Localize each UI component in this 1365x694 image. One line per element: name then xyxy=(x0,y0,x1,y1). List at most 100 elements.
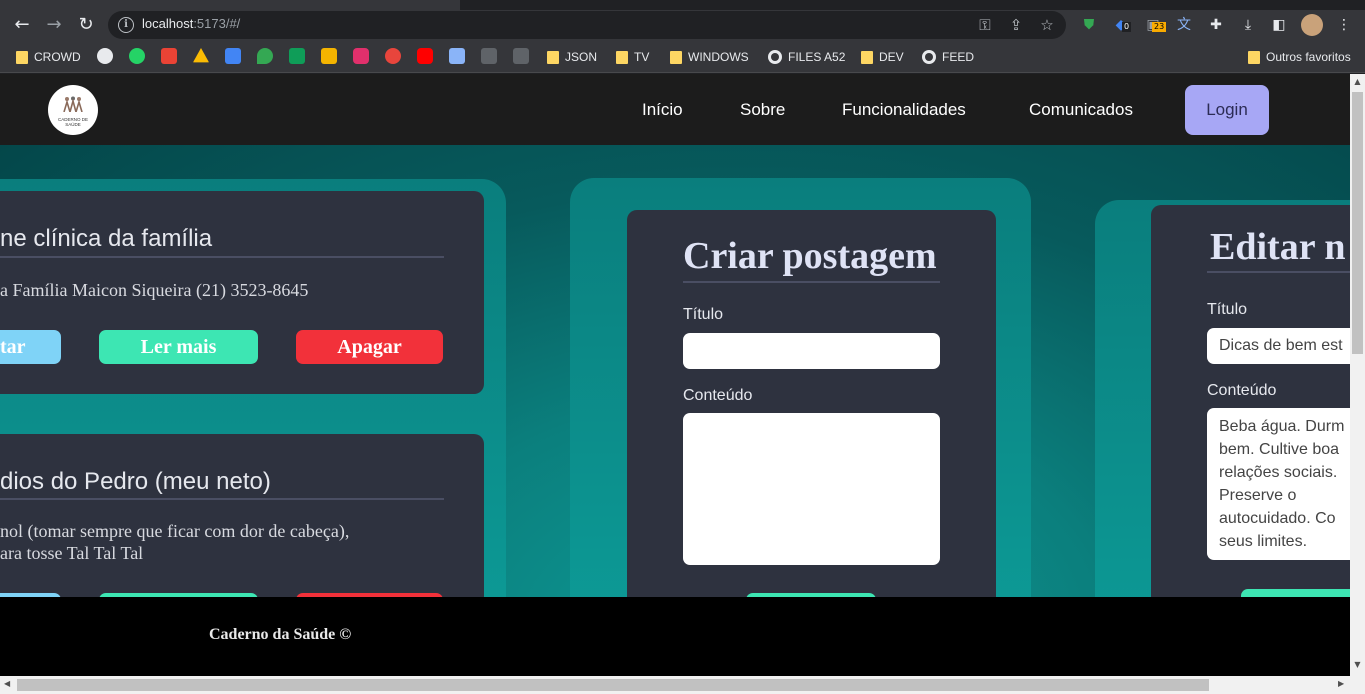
key-icon[interactable]: ⚿ xyxy=(975,15,995,35)
horizontal-scrollbar[interactable]: ◀ ▶ xyxy=(0,676,1365,694)
colorful-app-icon[interactable] xyxy=(321,48,337,64)
reload-icon[interactable]: ↻ xyxy=(75,14,97,36)
scroll-down-arrow-icon[interactable]: ▼ xyxy=(1353,660,1362,669)
puzzle-icon[interactable]: ✚ xyxy=(1205,14,1227,36)
title-divider xyxy=(1207,271,1350,273)
extension-badge-icon[interactable]: ◆ 0 xyxy=(1110,14,1132,36)
translate-icon[interactable]: 文 xyxy=(1173,14,1195,36)
title-label: Título xyxy=(683,306,724,323)
share-icon[interactable]: ⇪ xyxy=(1006,15,1026,35)
scroll-left-arrow-icon[interactable]: ◀ xyxy=(4,679,10,688)
content-textarea[interactable] xyxy=(683,413,940,565)
vertical-scroll-thumb[interactable] xyxy=(1352,92,1363,354)
shield-extension-icon[interactable]: ⛊ xyxy=(1078,14,1100,36)
url-text[interactable]: localhost:5173/#/ xyxy=(142,16,240,31)
extension-badge-count-2: 23 xyxy=(1152,22,1167,32)
star-icon[interactable]: ☆ xyxy=(1037,15,1057,35)
maps-icon[interactable] xyxy=(257,48,273,64)
terminal-icon[interactable] xyxy=(481,48,497,64)
bookmark-label: Outros favoritos xyxy=(1266,50,1351,64)
create-post-title: Criar postagem xyxy=(683,235,937,277)
folder-icon xyxy=(670,50,682,64)
download-icon[interactable]: ⤓ xyxy=(1237,14,1259,36)
logo-text: CADERNO DE SAÚDE xyxy=(57,117,88,127)
bookmark-windows[interactable]: WINDOWS xyxy=(670,48,749,66)
post-body-line: ara tosse Tal Tal Tal xyxy=(0,543,144,563)
back-arrow-icon[interactable]: ← xyxy=(11,14,33,36)
page-viewport: CADERNO DE SAÚDE Início Sobre Funcionali… xyxy=(0,74,1350,676)
menu-icon[interactable]: ⋮ xyxy=(1333,14,1355,36)
edit-title-label: Título xyxy=(1207,301,1248,318)
instagram-icon[interactable] xyxy=(353,48,369,64)
bookmark-label: TV xyxy=(634,50,650,64)
tab-strip xyxy=(0,0,1365,10)
gmail-icon[interactable] xyxy=(161,48,177,64)
post-title: dios do Pedro (meu neto) xyxy=(0,468,271,495)
post-card: dios do Pedro (meu neto) nol (tomar semp… xyxy=(0,434,484,597)
edit-submit-button[interactable] xyxy=(1241,589,1350,597)
title-divider xyxy=(683,281,940,283)
url-path: :5173/#/ xyxy=(193,16,241,31)
post-body: a Família Maicon Siqueira (21) 3523-8645 xyxy=(0,280,309,300)
terminal-icon-2[interactable] xyxy=(513,48,529,64)
active-tab[interactable] xyxy=(0,0,460,10)
edit-content-textarea[interactable]: Beba água. Durm bem. Cultive boa relaçõe… xyxy=(1207,408,1350,560)
window-app-icon[interactable] xyxy=(449,48,465,64)
vertical-scrollbar[interactable]: ▲ ▼ xyxy=(1350,74,1365,676)
nav-link-comunicados[interactable]: Comunicados xyxy=(1029,100,1133,120)
post-title: ne clínica da família xyxy=(0,225,213,252)
nav-link-inicio[interactable]: Início xyxy=(642,100,683,120)
bookmark-label: DEV xyxy=(879,50,904,64)
drive-icon[interactable] xyxy=(193,48,209,63)
horizontal-scroll-thumb[interactable] xyxy=(17,679,1209,691)
delete-post-button[interactable]: Apagar xyxy=(296,330,443,364)
title-input[interactable] xyxy=(683,333,940,369)
globe-icon xyxy=(768,50,782,64)
folder-icon xyxy=(1248,50,1260,64)
side-panel-icon[interactable]: ◧ xyxy=(1268,14,1290,36)
edit-post-title: Editar n xyxy=(1210,226,1346,268)
address-bar[interactable]: i localhost:5173/#/ ⚿ ⇪ ☆ xyxy=(108,11,1066,39)
scroll-right-arrow-icon[interactable]: ▶ xyxy=(1338,679,1344,688)
site-footer: Caderno da Saúde © xyxy=(0,597,1350,676)
edit-post-button[interactable]: tar xyxy=(0,330,61,364)
extension-window-icon[interactable]: ▣23 xyxy=(1142,14,1167,36)
bookmark-files[interactable]: FILES A52 xyxy=(768,48,845,66)
edit-content-label: Conteúdo xyxy=(1207,382,1277,399)
edit-title-input[interactable]: Dicas de bem est xyxy=(1207,328,1350,364)
scissors-icon[interactable] xyxy=(385,48,401,64)
bookmark-dev[interactable]: DEV xyxy=(861,48,904,66)
bookmark-tv[interactable]: TV xyxy=(616,48,649,66)
folder-icon xyxy=(861,50,873,64)
folder-icon xyxy=(16,50,28,64)
other-bookmarks[interactable]: Outros favoritos xyxy=(1248,48,1351,66)
login-button[interactable]: Login xyxy=(1185,85,1269,135)
whatsapp-icon[interactable] xyxy=(129,48,145,64)
scroll-up-arrow-icon[interactable]: ▲ xyxy=(1353,77,1362,86)
youtube-icon[interactable] xyxy=(417,48,433,64)
read-more-button[interactable]: Ler mais xyxy=(99,330,258,364)
folder-icon xyxy=(616,50,628,64)
bookmark-label: JSON xyxy=(565,50,598,64)
sheets-icon[interactable] xyxy=(289,48,305,64)
translate-bookmark-icon[interactable] xyxy=(225,48,241,64)
create-post-card: Criar postagem Título Conteúdo xyxy=(627,210,996,597)
post-body-line: nol (tomar sempre que ficar com dor de c… xyxy=(0,521,350,541)
bookmark-crowd[interactable]: CROWD xyxy=(16,48,81,66)
profile-avatar[interactable] xyxy=(1301,14,1323,36)
nav-link-funcionalidades[interactable]: Funcionalidades xyxy=(842,100,966,120)
nav-link-sobre[interactable]: Sobre xyxy=(740,100,785,120)
bookmark-label: CROWD xyxy=(34,50,81,64)
content-label: Conteúdo xyxy=(683,387,753,404)
bookmark-json[interactable]: JSON xyxy=(547,48,597,66)
site-info-icon[interactable]: i xyxy=(118,17,134,33)
site-logo[interactable]: CADERNO DE SAÚDE xyxy=(48,85,98,135)
site-navbar: CADERNO DE SAÚDE Início Sobre Funcionali… xyxy=(0,74,1350,145)
edit-title-value: Dicas de bem est xyxy=(1219,337,1343,354)
google-icon[interactable] xyxy=(97,48,113,64)
main-content: ne clínica da família a Família Maicon S… xyxy=(0,145,1350,597)
bookmark-feed[interactable]: FEED xyxy=(922,48,974,66)
forward-arrow-icon[interactable]: → xyxy=(43,14,65,36)
family-logo-icon xyxy=(63,96,83,112)
footer-copyright: Caderno da Saúde © xyxy=(209,626,352,643)
